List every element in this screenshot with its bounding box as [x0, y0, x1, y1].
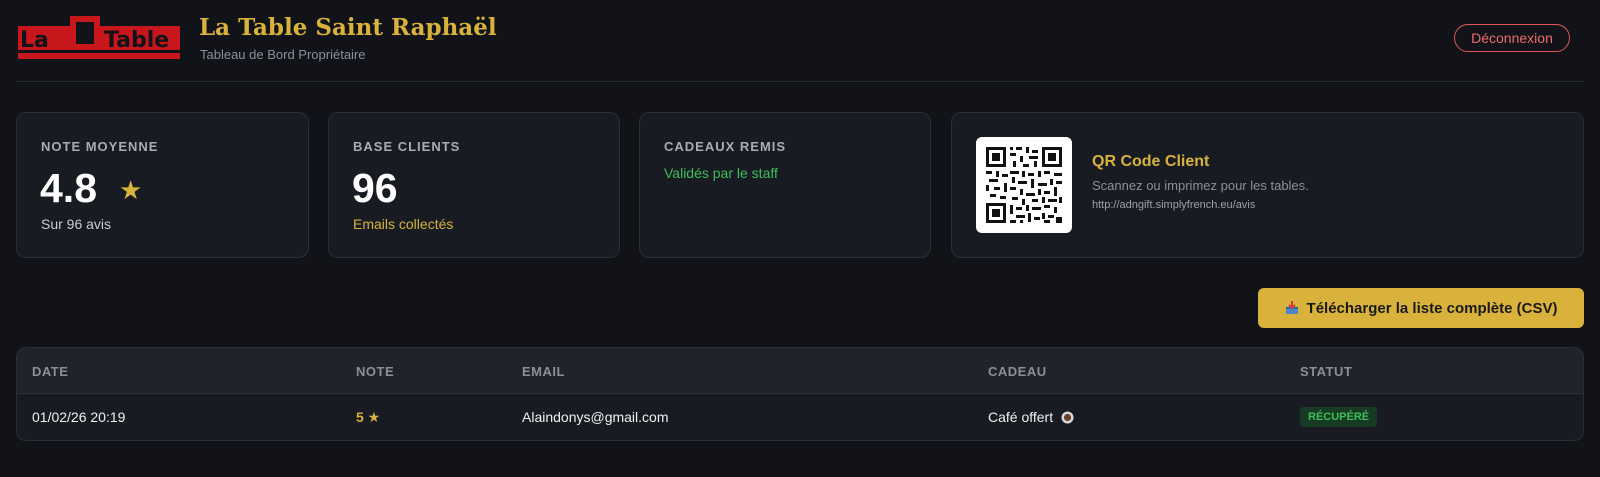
download-csv-label: Télécharger la liste complète (CSV) [1306, 299, 1558, 317]
cell-gift: Café offert [988, 409, 1074, 425]
table-header: DATE NOTE EMAIL CADEAU STATUT [17, 348, 1583, 394]
stat-value-rating: 4.8 [40, 165, 97, 211]
cell-note: 5 ★ [356, 409, 381, 425]
column-header-status: STATUT [1300, 364, 1353, 379]
stat-card-rating: NOTE MOYENNE 4.8 ★ Sur 96 avis [16, 112, 309, 258]
restaurant-title: La Table Saint Raphaël [199, 14, 497, 41]
column-header-note: NOTE [356, 364, 395, 379]
column-header-email: EMAIL [522, 364, 565, 379]
stat-sub-rating: Sur 96 avis [41, 216, 112, 232]
qr-code-image[interactable] [976, 137, 1072, 233]
page-header: La Table La Table Saint Raphaël Tableau … [16, 0, 1584, 82]
cell-email: Alaindonys@gmail.com [522, 409, 669, 425]
coffee-cup-icon [1061, 411, 1074, 424]
download-csv-button[interactable]: Télécharger la liste complète (CSV) [1258, 288, 1584, 328]
logo-la: La [20, 28, 49, 53]
table-row[interactable]: 01/02/26 20:19 5 ★ Alaindonys@gmail.com … [17, 394, 1583, 440]
stat-card-gifts: CADEAUX REMIS Validés par le staff [639, 112, 931, 258]
stat-card-clients: BASE CLIENTS 96 Emails collectés [328, 112, 620, 258]
qr-card: QR Code Client Scannez ou imprimez pour … [951, 112, 1584, 258]
status-badge: RÉCUPÉRÉ [1300, 407, 1378, 427]
cell-gift-label: Café offert [988, 409, 1054, 425]
clients-table: DATE NOTE EMAIL CADEAU STATUT 01/02/26 2… [16, 347, 1584, 441]
stat-label-gifts: CADEAUX REMIS [664, 139, 787, 154]
inbox-tray-icon [1285, 301, 1298, 314]
stat-sub-clients: Emails collectés [353, 216, 454, 232]
logo-table: Table [104, 28, 169, 53]
logout-button[interactable]: Déconnexion [1454, 24, 1570, 52]
stat-value-clients: 96 [352, 165, 398, 211]
stat-label-rating: NOTE MOYENNE [41, 139, 159, 154]
qr-code-icon [986, 147, 1062, 223]
column-header-gift: CADEAU [988, 364, 1047, 379]
stat-label-clients: BASE CLIENTS [353, 139, 461, 154]
dashboard-subtitle: Tableau de Bord Propriétaire [200, 47, 366, 62]
qr-title: QR Code Client [1092, 153, 1210, 170]
star-icon: ★ [119, 175, 143, 205]
column-header-date: DATE [32, 364, 69, 379]
stat-sub-gifts: Validés par le staff [664, 165, 778, 181]
cell-date: 01/02/26 20:19 [32, 409, 126, 425]
qr-description: Scannez ou imprimez pour les tables. [1092, 178, 1309, 193]
qr-url[interactable]: http://adngift.simplyfrench.eu/avis [1092, 199, 1255, 211]
brand-logo: La Table [18, 16, 180, 59]
